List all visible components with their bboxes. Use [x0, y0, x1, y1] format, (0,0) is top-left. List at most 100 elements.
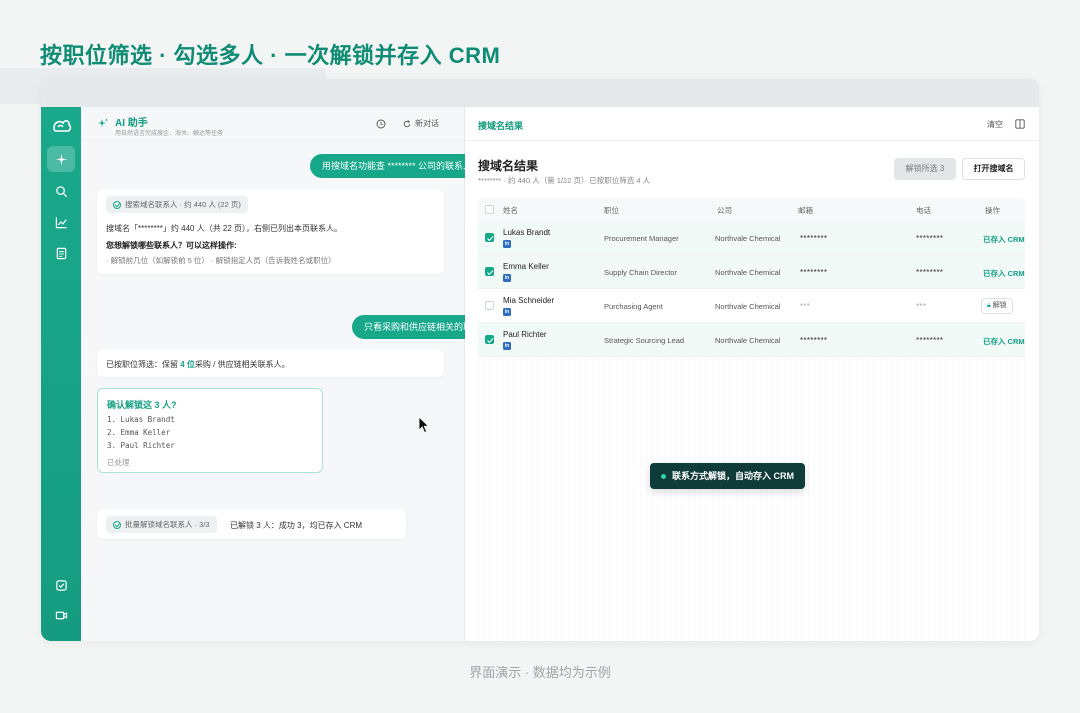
linkedin-icon[interactable]: in	[503, 342, 511, 350]
unlock-result-text: 已解锁 3 人：成功 3，均已存入 CRM	[230, 521, 363, 530]
contact-title: Purchasing Agent	[604, 302, 663, 311]
column-header: 操作	[985, 206, 1000, 215]
column-header: 姓名	[503, 206, 518, 215]
contact-company: Northvale Chemical	[715, 302, 781, 311]
results-table: 姓名 职位 公司 邮箱 电话 操作 Lukas Brandt in Procur…	[478, 198, 1025, 357]
contact-phone: ********	[916, 336, 944, 345]
saved-to-crm-status: 已存入 CRM	[983, 337, 1025, 346]
check-circle-icon	[113, 520, 121, 529]
unlock-label: 解锁	[992, 302, 1007, 309]
contact-phone: ***	[916, 302, 927, 311]
headline: 按职位筛选 · 勾选多人 · 一次解锁并存入 CRM	[40, 43, 501, 68]
reply-text: 搜域名「********」约 440 人（共 22 页），右侧已列出本页联系人。	[106, 224, 343, 233]
linkedin-icon[interactable]: in	[503, 308, 511, 316]
confirm-item: 2. Emma Keller	[107, 428, 171, 437]
reply-question: 您想解锁哪些联系人？可以这样操作:	[106, 241, 237, 250]
filter-count: 4 位	[180, 360, 195, 369]
tool-call-label: 搜索域名联系人 · 约 440 人 (22 页)	[125, 200, 241, 209]
saved-to-crm-status: 已存入 CRM	[983, 269, 1025, 278]
contact-name: Emma Keller	[503, 262, 549, 271]
sidebar-item-ai[interactable]	[47, 146, 75, 172]
unlock-selected-button[interactable]: 解锁所选 3	[894, 158, 956, 180]
search-icon	[55, 185, 67, 197]
sidebar-item-analytics[interactable]	[47, 209, 75, 235]
chart-icon	[55, 216, 67, 228]
confirm-item: 3. Paul Richter	[107, 441, 175, 450]
new-chat-label: 新对话	[415, 119, 439, 128]
new-chat-button[interactable]: 新对话	[403, 118, 439, 129]
sidebar	[41, 107, 81, 641]
row-checkbox[interactable]	[485, 335, 494, 344]
column-header: 邮箱	[798, 206, 813, 215]
results-title: 搜域名结果	[478, 159, 539, 173]
confirm-card[interactable]: 确认解锁这 3 人? 1. Lukas Brandt 2. Emma Kelle…	[97, 388, 323, 473]
contact-phone: ********	[916, 234, 944, 243]
results-subtitle: ******** · 约 440 人（第 1/22 页）· 已按职位筛选 4 人	[478, 176, 651, 185]
tool-call-chip: 搜索域名联系人 · 约 440 人 (22 页)	[106, 196, 248, 213]
row-checkbox[interactable]	[485, 301, 494, 310]
column-header: 公司	[717, 206, 732, 215]
unlock-button[interactable]: 🔒︎ 解锁	[981, 298, 1013, 314]
contact-phone: ********	[916, 268, 944, 277]
app-logo-icon	[53, 120, 72, 132]
check-circle-icon	[113, 200, 121, 209]
footer-note: 界面演示 · 数据均为示例	[469, 665, 611, 680]
results-panel: 搜域名结果 清空 搜域名结果 ******** · 约 440 人（第 1/22…	[465, 107, 1039, 641]
sidebar-item-search[interactable]	[47, 178, 75, 204]
table-row[interactable]: Paul Richter in Strategic Sourcing Lead …	[478, 323, 1025, 357]
sidebar-item-documents[interactable]	[47, 240, 75, 266]
filter-result-text: 已按职位筛选：保留 4 位采购 / 供应链相关联系人。	[106, 360, 290, 369]
chat-panel: AI 助手 用自然语言完成搜企、海关、触达等任务 新对话 用搜域名功能查 ***…	[81, 107, 494, 641]
sidebar-item-tasks[interactable]	[47, 572, 75, 598]
select-all-checkbox[interactable]	[485, 205, 494, 214]
contact-company: Northvale Chemical	[715, 336, 781, 345]
contact-name: Lukas Brandt	[503, 228, 551, 237]
app-frame: AI 助手 用自然语言完成搜企、海关、触达等任务 新对话 用搜域名功能查 ***…	[41, 79, 1039, 641]
contact-name: Mia Schneider	[503, 296, 555, 305]
saved-to-crm-status: 已存入 CRM	[983, 235, 1025, 244]
history-icon[interactable]	[376, 119, 386, 129]
contact-company: Northvale Chemical	[715, 268, 781, 277]
assistant-subtitle: 用自然语言完成搜企、海关、触达等任务	[115, 131, 224, 137]
row-checkbox[interactable]	[485, 267, 494, 276]
reply-options: · 解锁前几位（如解锁前 5 位） · 解锁指定人员（告诉我姓名或职位）	[106, 256, 336, 265]
video-icon	[55, 611, 67, 619]
mouse-cursor-icon	[418, 416, 430, 434]
tab-domain-results[interactable]: 搜域名结果	[478, 119, 523, 132]
sidebar-item-video[interactable]	[47, 602, 75, 628]
table-row[interactable]: Mia Schneider in Purchasing Agent Northv…	[478, 289, 1025, 323]
contact-title: Strategic Sourcing Lead	[604, 336, 685, 345]
app-window: AI 助手 用自然语言完成搜企、海关、触达等任务 新对话 用搜域名功能查 ***…	[41, 107, 1039, 641]
chat-header: AI 助手 用自然语言完成搜企、海关、触达等任务 新对话	[81, 107, 464, 141]
contact-company: Northvale Chemical	[715, 234, 781, 243]
contact-email: ********	[800, 234, 828, 243]
contact-title: Procurement Manager	[604, 234, 679, 243]
linkedin-icon[interactable]: in	[503, 274, 511, 282]
row-checkbox[interactable]	[485, 233, 494, 242]
clear-button[interactable]: 清空	[987, 119, 1003, 130]
lock-icon: 🔒︎	[987, 302, 991, 309]
tool-call-chip: 批量解锁域名联系人 · 3/3	[106, 516, 217, 533]
assistant-title: AI 助手	[115, 118, 148, 129]
sparkle-icon	[55, 153, 67, 165]
contact-email: ***	[800, 302, 811, 311]
confirm-status: 已处理	[107, 458, 130, 467]
table-row[interactable]: Emma Keller in Supply Chain Director Nor…	[478, 255, 1025, 289]
panel-toggle-icon[interactable]	[1015, 119, 1025, 129]
toast-text: 联系方式解锁，自动存入 CRM	[672, 471, 794, 481]
table-header: 姓名 职位 公司 邮箱 电话 操作	[478, 198, 1025, 221]
assistant-message: 搜索域名联系人 · 约 440 人 (22 页) 搜域名「********」约 …	[97, 189, 444, 274]
status-dot-icon	[661, 473, 666, 479]
linkedin-icon[interactable]: in	[503, 240, 511, 248]
checkbox-icon	[55, 579, 67, 591]
contact-name: Paul Richter	[503, 330, 547, 339]
assistant-message: 已按职位筛选：保留 4 位采购 / 供应链相关联系人。	[97, 349, 444, 377]
confirm-item: 1. Lukas Brandt	[107, 415, 175, 424]
contact-title: Supply Chain Director	[604, 268, 677, 277]
contact-email: ********	[800, 336, 828, 345]
assistant-message: 批量解锁域名联系人 · 3/3 已解锁 3 人：成功 3，均已存入 CRM	[97, 509, 406, 539]
column-header: 电话	[916, 206, 931, 215]
table-row[interactable]: Lukas Brandt in Procurement Manager Nort…	[478, 221, 1025, 255]
open-domain-search-button[interactable]: 打开搜域名	[962, 158, 1025, 180]
user-message: 用搜域名功能查 ******** 公司的联系人	[310, 154, 485, 178]
